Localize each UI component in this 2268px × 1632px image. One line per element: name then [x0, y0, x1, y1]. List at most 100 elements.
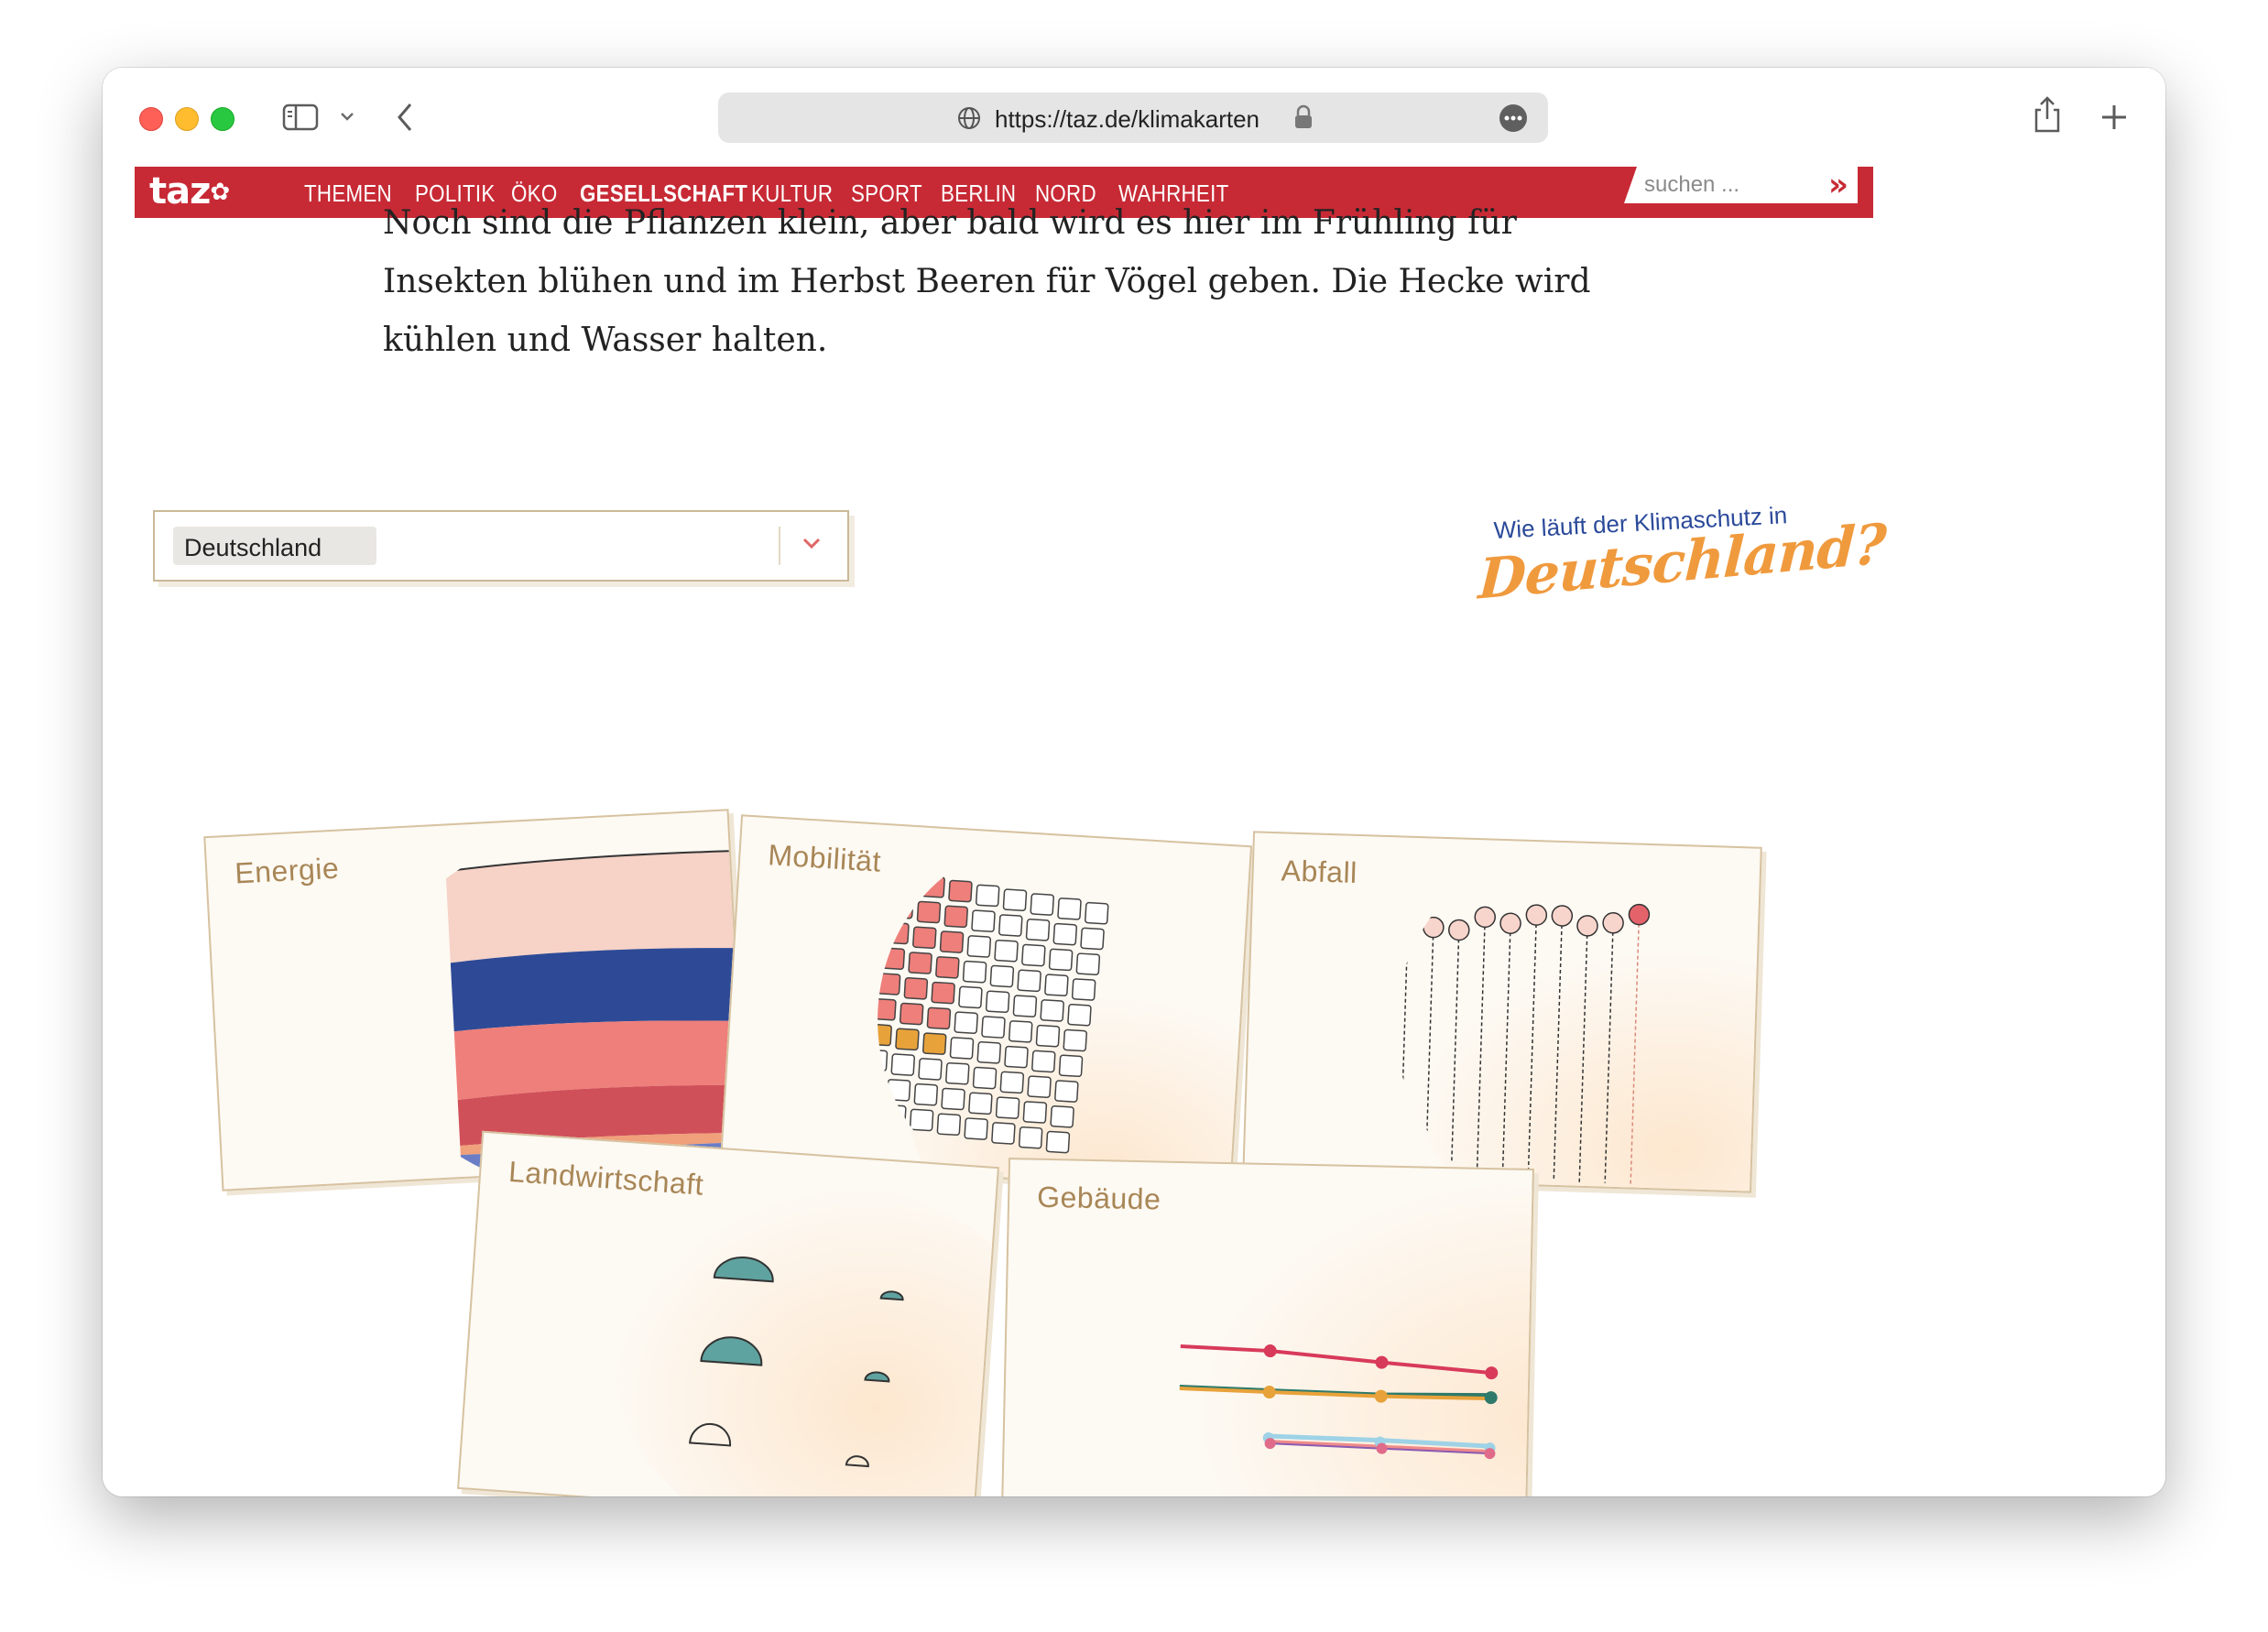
lock-icon: [1293, 104, 1314, 135]
grid-cell: [998, 914, 1023, 937]
nav-item-themen[interactable]: THEMEN: [304, 180, 392, 208]
grid-cell: [889, 896, 914, 919]
url-text: https://taz.de/klimakarten: [995, 105, 1260, 133]
country-select[interactable]: Deutschland: [153, 510, 849, 582]
grid-cell: [876, 973, 901, 996]
grid-cell: [880, 947, 906, 970]
grid-cell: [948, 879, 973, 903]
grid-cell: [1022, 1101, 1048, 1124]
grid-cell: [1040, 999, 1064, 1022]
grid-cell: [941, 1087, 965, 1111]
grid-cell: [966, 935, 992, 958]
grid-cell: [893, 871, 919, 894]
grid-cell: [1035, 1024, 1061, 1048]
search-box[interactable]: suchen ... »: [1624, 167, 1858, 203]
more-options-icon[interactable]: [1499, 103, 1528, 137]
grid-cell: [1002, 888, 1028, 911]
address-bar[interactable]: https://taz.de/klimakarten: [718, 92, 1548, 143]
article-text: Noch sind die Pflanzen klein, aber bald …: [383, 194, 1610, 370]
search-go-icon[interactable]: »: [1828, 167, 1848, 203]
grid-cell: [949, 1037, 975, 1060]
grid-cell: [989, 964, 1015, 988]
lollipop-point: [1525, 904, 1548, 926]
card-energie[interactable]: Energie: [203, 809, 747, 1191]
grid-cell: [972, 1066, 998, 1090]
grid-cell: [976, 1041, 1001, 1064]
grid-cell: [1071, 978, 1096, 1001]
chevron-down-icon[interactable]: [793, 525, 830, 561]
grid-cell: [922, 1032, 947, 1055]
paw-icon: ✿: [210, 179, 230, 206]
minimize-window-button[interactable]: [175, 107, 199, 131]
close-window-button[interactable]: [139, 107, 163, 131]
grid-cell: [954, 1011, 978, 1034]
grid-cell: [971, 909, 996, 932]
gebaeude-chart: [1143, 1177, 1532, 1496]
grid-cell: [895, 1028, 920, 1051]
card-landwirtschaft[interactable]: Landwirtschaft: [457, 1130, 999, 1496]
grid-cell: [1058, 1054, 1084, 1078]
grid-cell: [931, 981, 955, 1005]
grid-cell: [1018, 1126, 1043, 1149]
card-gebaeude[interactable]: Gebäude: [1001, 1158, 1534, 1496]
grid-cell: [872, 997, 897, 1021]
grid-cell: [1075, 952, 1101, 976]
grid-cell: [1052, 922, 1078, 946]
zoom-window-button[interactable]: [211, 107, 234, 131]
grid-cell: [964, 1117, 988, 1140]
grid-cell: [867, 1049, 889, 1072]
grid-cell: [909, 1108, 934, 1132]
grid-cell: [968, 1092, 993, 1115]
grid-cell: [867, 1074, 884, 1097]
energie-chart: [445, 850, 746, 1178]
browser-toolbar: https://taz.de/klimakarten: [103, 68, 2165, 159]
grid-cell: [882, 1104, 907, 1127]
grid-cell: [999, 1071, 1025, 1094]
article-line: Insekten blühen und im Herbst Beeren für…: [383, 263, 1591, 300]
grid-cell: [1017, 969, 1041, 993]
search-input[interactable]: suchen ...: [1644, 172, 1739, 198]
lollipop-point: [1551, 905, 1574, 927]
grid-cell: [1044, 974, 1069, 996]
chevron-left-icon[interactable]: [394, 101, 416, 138]
grid-cell: [943, 905, 968, 929]
grid-cell: [962, 960, 987, 984]
lollipop-point: [1628, 903, 1651, 926]
grid-cell: [939, 930, 965, 953]
taz-logo[interactable]: taz✿: [149, 170, 230, 212]
grid-cell: [867, 1100, 879, 1123]
abfall-chart: [1397, 903, 1761, 1191]
page-content: taz✿ THEMEN POLITIK ÖKO GESELLSCHAFT KUL…: [103, 159, 2165, 1496]
plus-icon[interactable]: [2099, 103, 2129, 136]
grid-cell: [921, 875, 945, 898]
grid-cell: [1008, 1020, 1033, 1043]
grid-cell: [918, 1058, 943, 1081]
grid-cell: [1004, 1045, 1029, 1069]
sidebar-icon[interactable]: [282, 103, 319, 136]
card-abfall[interactable]: Abfall: [1242, 831, 1762, 1193]
grid-cell: [981, 1016, 1006, 1039]
grid-cell: [885, 921, 910, 945]
grid-cell: [1012, 995, 1038, 1017]
grid-cell: [912, 926, 937, 950]
grid-cell: [1021, 943, 1046, 967]
grid-cell: [926, 1006, 952, 1030]
grid-cell: [1027, 1075, 1052, 1098]
mobilitaet-chart: [867, 871, 1250, 1191]
grid-cell: [1063, 1028, 1087, 1052]
browser-window: https://taz.de/klimakarten taz✿ THEMEN P…: [103, 68, 2165, 1496]
lollipop-point: [1397, 914, 1419, 937]
grid-cell: [1045, 1130, 1071, 1154]
chevron-down-icon[interactable]: [339, 110, 355, 127]
selected-country-chip: Deutschland: [173, 527, 376, 565]
lollipop-point: [1576, 915, 1598, 937]
grid-cell: [995, 1096, 1020, 1119]
card-mobilitaet[interactable]: Mobilität: [719, 814, 1253, 1193]
landwirtschaft-chart: [615, 1184, 998, 1496]
grid-cell: [945, 1061, 970, 1085]
grid-cell: [975, 884, 1000, 908]
grid-cell: [1048, 948, 1074, 972]
grid-cell: [916, 900, 942, 924]
share-icon[interactable]: [2032, 95, 2063, 138]
grid-cell: [890, 1053, 915, 1076]
